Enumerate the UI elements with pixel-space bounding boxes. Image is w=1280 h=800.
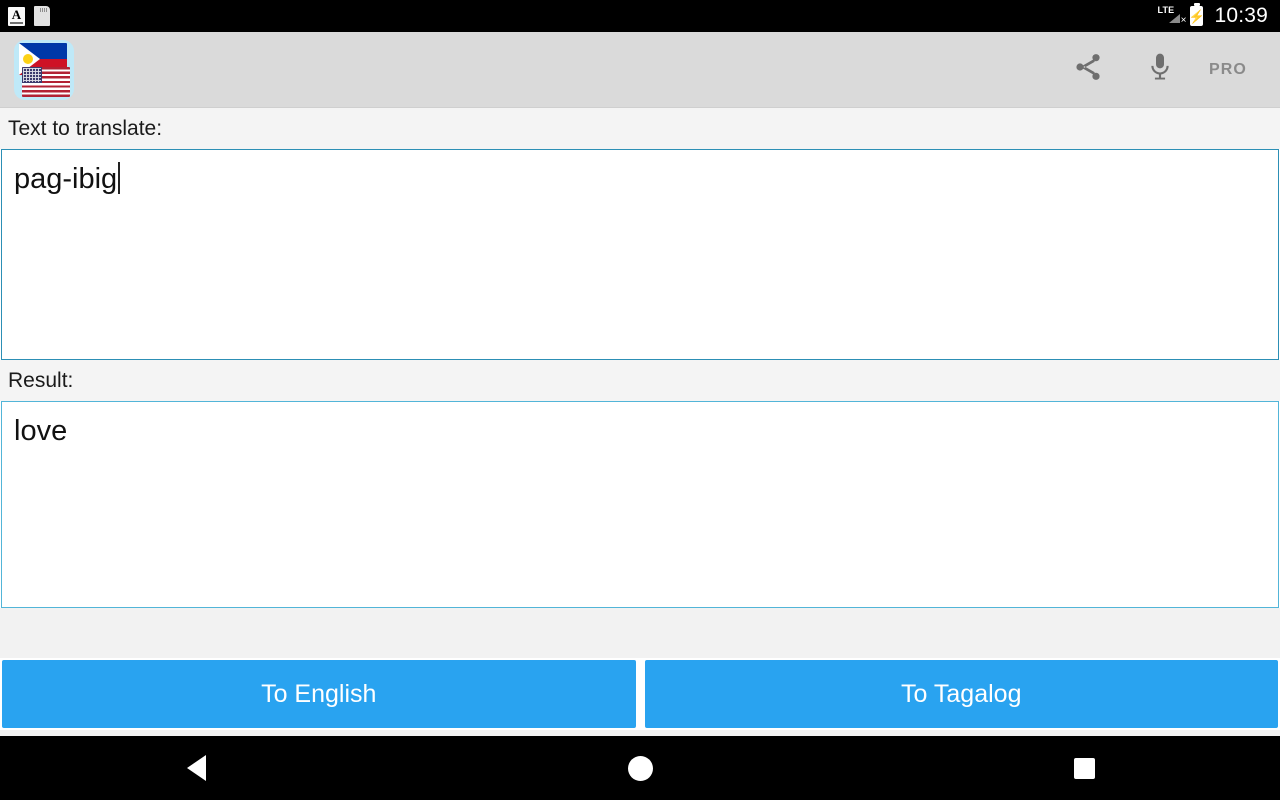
keyboard-input-method-icon: A xyxy=(8,6,25,26)
action-bar: PRO xyxy=(0,32,1280,108)
battery-bolt-glyph: ⚡ xyxy=(1188,8,1206,24)
input-field-label: Text to translate: xyxy=(0,108,1280,149)
signal-x-mark: × xyxy=(1180,15,1187,26)
signal-bars-icon xyxy=(1169,14,1181,23)
action-bar-actions: PRO xyxy=(1052,34,1268,106)
status-bar: A LTE × ⚡ 10:39 xyxy=(0,0,1280,32)
app-root: A LTE × ⚡ 10:39 PRO Text to translate: p… xyxy=(0,0,1280,800)
pro-button[interactable]: PRO xyxy=(1196,34,1268,106)
ph-flag-sun xyxy=(23,53,33,64)
result-field-label: Result: xyxy=(0,360,1280,401)
share-button[interactable] xyxy=(1052,34,1124,106)
to-english-button[interactable]: To English xyxy=(2,660,636,728)
nav-recents-button[interactable] xyxy=(1048,736,1120,800)
home-circle-icon xyxy=(627,755,653,781)
status-bar-left-icons: A xyxy=(8,6,50,26)
status-bar-clock: 10:39 xyxy=(1214,4,1268,27)
status-bar-right-icons: LTE × ⚡ 10:39 xyxy=(1157,4,1268,28)
recents-square-icon xyxy=(1073,757,1095,779)
philippines-usa-flags-app-icon[interactable] xyxy=(14,39,74,100)
share-icon xyxy=(1072,51,1104,88)
nav-back-button[interactable] xyxy=(160,736,232,800)
translate-button-row: To English To Tagalog xyxy=(0,658,1280,730)
battery-charging-icon: ⚡ xyxy=(1188,6,1206,26)
result-output[interactable]: love xyxy=(1,401,1279,608)
nav-home-button[interactable] xyxy=(604,736,676,800)
usa-flag-canton xyxy=(22,66,42,83)
to-tagalog-button[interactable]: To Tagalog xyxy=(644,660,1278,728)
no-signal-x-icon: LTE × xyxy=(1157,5,1186,26)
translate-input[interactable]: pag-ibig xyxy=(1,149,1279,360)
result-output-value: love xyxy=(14,415,68,447)
back-triangle-icon xyxy=(186,755,206,781)
voice-input-button[interactable] xyxy=(1124,34,1196,106)
text-caret xyxy=(118,162,121,194)
microphone-icon xyxy=(1144,51,1176,88)
pro-label: PRO xyxy=(1209,60,1247,78)
usa-flag-icon xyxy=(22,66,70,97)
content-spacer xyxy=(0,608,1280,658)
android-navigation-bar xyxy=(0,736,1280,800)
translate-input-value: pag-ibig xyxy=(14,163,118,195)
sd-card-icon xyxy=(34,6,50,26)
